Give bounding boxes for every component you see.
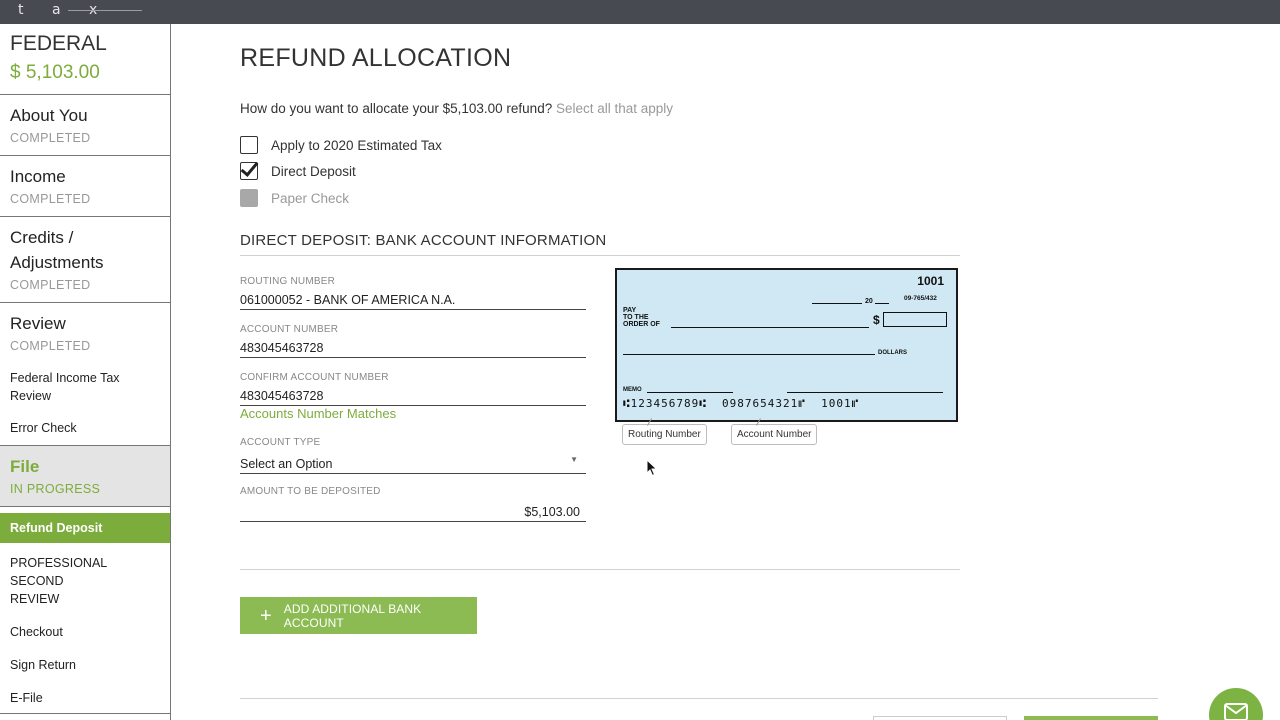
logo-underline: [68, 10, 142, 11]
step-title: File: [10, 457, 40, 476]
sidebar-step-about-you[interactable]: About You COMPLETED: [0, 95, 170, 156]
option-label: Paper Check: [271, 190, 350, 206]
field-label: ROUTING NUMBER: [240, 276, 336, 287]
allocation-question: How do you want to allocate your $5,103.…: [240, 101, 673, 116]
option-direct-deposit[interactable]: Direct Deposit: [240, 161, 356, 181]
option-paper-check: Paper Check: [240, 188, 349, 208]
amount-input[interactable]: $5,103.00: [240, 505, 586, 521]
option-estimated-tax[interactable]: Apply to 2020 Estimated Tax: [240, 135, 442, 155]
add-bank-account-button[interactable]: + ADD ADDITIONAL BANK ACCOUNT: [240, 597, 477, 634]
sidebar-item-professional-second-review[interactable]: PROFESSIONAL SECOND REVIEW: [0, 554, 120, 608]
pay-line-2: TO THE: [623, 314, 649, 321]
account-number-field[interactable]: ACCOUNT NUMBER 483045463728: [240, 324, 586, 358]
sidebar: FEDERAL $ 5,103.00 About You COMPLETED I…: [0, 24, 171, 720]
pay-line-1: PAY: [623, 307, 637, 314]
sidebar-step-income[interactable]: Income COMPLETED: [0, 156, 170, 217]
routing-number-tag: Routing Number: [622, 424, 707, 445]
signature-line: [787, 392, 943, 393]
amount-field[interactable]: AMOUNT TO BE DEPOSITED $5,103.00: [240, 486, 586, 522]
date-line: [812, 303, 862, 304]
option-label: Apply to 2020 Estimated Tax: [271, 137, 442, 153]
dollar-sign: $: [873, 313, 880, 327]
sample-check-illustration: 1001 20 09-765/432 PAY TO THE ORDER OF $…: [615, 268, 958, 422]
micr-line: ⑆123456789⑆ 0987654321⑈ 1001⑈: [623, 397, 860, 410]
amount-box: [883, 312, 947, 327]
sidebar-step-review[interactable]: Review COMPLETED Federal Income Tax Revi…: [0, 303, 170, 446]
account-type-value[interactable]: Select an Option: [240, 457, 586, 473]
written-amount-line: [623, 354, 875, 355]
account-number-input[interactable]: 483045463728: [240, 341, 586, 357]
step-status: COMPLETED: [10, 278, 91, 292]
back-button[interactable]: [873, 716, 1007, 720]
add-button-label: ADD ADDITIONAL BANK ACCOUNT: [283, 601, 422, 630]
sidebar-item-e-file[interactable]: E-File: [0, 689, 170, 707]
option-label: Direct Deposit: [271, 163, 356, 179]
date-line-end: [875, 303, 889, 304]
sidebar-federal-summary: FEDERAL $ 5,103.00: [0, 24, 170, 95]
continue-button[interactable]: [1024, 716, 1158, 720]
pointer-cursor-icon: [646, 459, 658, 477]
direct-deposit-checkbox[interactable]: [240, 162, 258, 180]
step-status: COMPLETED: [10, 131, 91, 145]
field-label: ACCOUNT TYPE: [240, 437, 321, 448]
federal-refund-amount: $ 5,103.00: [10, 62, 100, 83]
step-status: COMPLETED: [10, 339, 91, 353]
routing-number-input[interactable]: 061000052 - BANK OF AMERICA N.A.: [240, 293, 586, 309]
step-title: About You: [10, 106, 88, 125]
memo-label: MEMO: [623, 387, 642, 393]
field-label: CONFIRM ACCOUNT NUMBER: [240, 372, 389, 383]
routing-number-field[interactable]: ROUTING NUMBER 061000052 - BANK OF AMERI…: [240, 276, 586, 310]
account-type-select[interactable]: ACCOUNT TYPE Select an Option ▼: [240, 437, 586, 474]
section-title: DIRECT DEPOSIT: BANK ACCOUNT INFORMATION: [240, 232, 960, 256]
field-label: AMOUNT TO BE DEPOSITED: [240, 486, 381, 497]
sidebar-item-checkout[interactable]: Checkout: [0, 623, 170, 641]
step-title: Review: [10, 314, 66, 333]
sidebar-item-sign-return[interactable]: Sign Return: [0, 656, 170, 674]
check-number: 1001: [917, 274, 944, 288]
account-number-tag: Account Number: [731, 424, 818, 445]
step-status: COMPLETED: [10, 192, 91, 206]
sidebar-bottom-divider: [0, 713, 170, 714]
sidebar-step-credits-adjustments[interactable]: Credits / Adjustments COMPLETED: [0, 217, 170, 303]
federal-title: FEDERAL: [10, 32, 107, 55]
question-text: How do you want to allocate your $5,103.…: [240, 101, 553, 116]
sidebar-step-file[interactable]: File IN PROGRESS: [0, 446, 170, 507]
confirm-account-number-field[interactable]: CONFIRM ACCOUNT NUMBER 483045463728: [240, 372, 586, 406]
page-title: REFUND ALLOCATION: [240, 44, 512, 72]
paper-check-checkbox: [240, 189, 258, 207]
section-divider: [240, 569, 960, 570]
sidebar-sub-federal-income-tax-review[interactable]: Federal Income Tax Review: [10, 369, 140, 405]
payee-line: [671, 327, 869, 328]
main-content: REFUND ALLOCATION How do you want to all…: [171, 24, 1280, 720]
confirm-account-number-input[interactable]: 483045463728: [240, 389, 586, 405]
memo-line: [647, 392, 733, 393]
field-label: ACCOUNT NUMBER: [240, 324, 339, 335]
sidebar-sub-error-check[interactable]: Error Check: [10, 419, 160, 437]
sidebar-item-refund-deposit[interactable]: Refund Deposit: [0, 513, 170, 543]
plus-icon: +: [260, 604, 272, 627]
routing-fraction: 09-765/432: [904, 295, 937, 302]
pay-line-3: ORDER OF: [623, 321, 660, 328]
step-title: Credits / Adjustments: [10, 228, 104, 272]
top-bar: t a x: [0, 0, 1280, 24]
question-hint: Select all that apply: [555, 101, 674, 116]
account-match-message: Accounts Number Matches: [240, 406, 397, 421]
mail-icon: [1224, 703, 1248, 720]
estimated-tax-checkbox[interactable]: [240, 136, 258, 154]
step-status: IN PROGRESS: [10, 482, 101, 496]
dollars-label: DOLLARS: [878, 350, 907, 356]
footer-divider: [240, 698, 1158, 699]
step-title: Income: [10, 167, 66, 186]
chevron-down-icon[interactable]: ▼: [570, 455, 578, 464]
date-suffix: 20: [865, 298, 873, 305]
